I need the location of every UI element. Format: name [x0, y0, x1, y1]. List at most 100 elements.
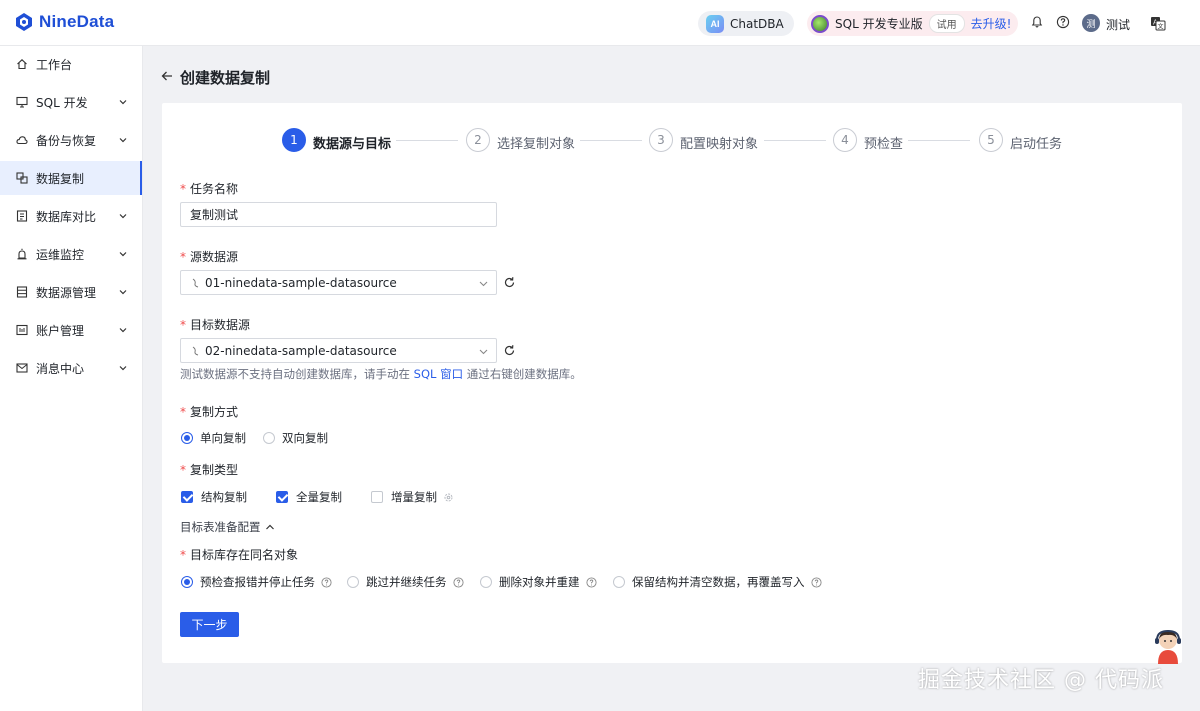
bell-icon[interactable]: [1030, 15, 1044, 29]
step-2-indicator: 2: [466, 128, 490, 152]
sidebar-item-db-compare[interactable]: 数据库对比: [0, 199, 142, 233]
task-name-input[interactable]: 复制测试: [180, 202, 497, 227]
task-name-label: * 任务名称: [180, 180, 238, 197]
radio-dot: [181, 576, 193, 588]
radio-precheck-stop[interactable]: 预检查报错并停止任务: [181, 574, 332, 590]
radio-dot: [181, 432, 193, 444]
target-datasource-select[interactable]: 02-ninedata-sample-datasource: [180, 338, 497, 363]
database-icon: [16, 286, 28, 298]
target-datasource-value: 02-ninedata-sample-datasource: [205, 343, 397, 358]
step-3-label: 配置映射对象: [680, 137, 759, 152]
step-1-indicator: 1: [282, 128, 306, 152]
chevron-down-icon: [119, 252, 127, 257]
radio-dot: [613, 576, 625, 588]
radio-skip-continue[interactable]: 跳过并继续任务: [347, 574, 464, 590]
sidebar-item-data-replication[interactable]: 数据复制: [0, 161, 142, 195]
ai-icon: AI: [706, 14, 724, 33]
sidebar-item-label: 工作台: [36, 57, 73, 72]
chevron-down-icon: [119, 138, 127, 143]
chevron-down-icon: [119, 290, 127, 295]
help-icon[interactable]: [810, 576, 822, 588]
sidebar-item-label: 数据复制: [36, 171, 85, 186]
upgrade-link[interactable]: 去升级!: [971, 15, 1012, 32]
back-arrow-icon[interactable]: [160, 69, 174, 83]
radio-dot: [263, 432, 275, 444]
radio-keep-structure-overwrite[interactable]: 保留结构并清空数据，再覆盖写入: [613, 574, 822, 590]
radio-label: 预检查报错并停止任务: [200, 575, 315, 589]
help-icon[interactable]: [321, 576, 332, 588]
chatdba-button[interactable]: AI ChatDBA: [698, 11, 794, 36]
help-icon[interactable]: [1056, 15, 1070, 29]
sidebar-item-datasource-mgmt[interactable]: 数据源管理: [0, 275, 142, 309]
checkbox-structure-copy[interactable]: 结构复制: [181, 489, 247, 505]
refresh-icon[interactable]: [503, 344, 516, 357]
radio-label: 跳过并继续任务: [366, 575, 447, 589]
step-connector: [764, 140, 826, 141]
top-header: NineData AI ChatDBA SQL 开发专业版 试用 去升级! 测 …: [0, 0, 1200, 46]
source-label: * 源数据源: [180, 248, 238, 265]
step-3-indicator: 3: [649, 128, 673, 152]
hint-text-before: 测试数据源不支持自动创建数据库，请手动在: [180, 367, 414, 381]
sidebar-item-account-mgmt[interactable]: 账户管理: [0, 313, 142, 347]
radio-dot: [347, 576, 359, 588]
checkbox-full-copy[interactable]: 全量复制: [276, 489, 342, 505]
required-mark: *: [180, 318, 186, 332]
sidebar-item-sql-dev[interactable]: SQL 开发: [0, 85, 142, 119]
checkbox-label: 全量复制: [296, 490, 342, 504]
sql-window-link[interactable]: SQL 窗口: [414, 367, 463, 381]
chevron-down-icon: [119, 366, 127, 371]
chevron-down-icon: [119, 214, 127, 219]
sql-pro-banner[interactable]: SQL 开发专业版 试用 去升级!: [807, 11, 1018, 36]
brand-name: NineData: [39, 12, 115, 31]
sidebar-item-label: SQL 开发: [36, 95, 88, 110]
required-mark: *: [180, 405, 186, 419]
step-1-label: 数据源与目标: [313, 137, 392, 152]
trial-tag: 试用: [928, 14, 965, 33]
help-icon[interactable]: [452, 576, 464, 588]
chevron-down-icon: [119, 328, 127, 333]
user-avatar[interactable]: 测: [1082, 14, 1100, 32]
sidebar-item-label: 数据库对比: [36, 209, 97, 224]
brand-logo[interactable]: NineData: [14, 12, 114, 32]
target-label: * 目标数据源: [180, 316, 250, 333]
settings-gear-icon[interactable]: [443, 492, 454, 503]
sidebar-item-backup[interactable]: 备份与恢复: [0, 123, 142, 157]
step-4-label: 预检查: [864, 137, 904, 152]
compare-icon: [16, 210, 28, 222]
sidebar-item-label: 运维监控: [36, 247, 85, 262]
checkbox-incremental-copy[interactable]: 增量复制: [371, 489, 454, 505]
target-prep-toggle[interactable]: 目标表准备配置: [180, 519, 275, 535]
sidebar-item-workbench[interactable]: 工作台: [0, 47, 142, 81]
target-prep-label: 目标表准备配置: [180, 520, 261, 534]
refresh-icon[interactable]: [503, 276, 516, 289]
language-icon[interactable]: A 文: [1150, 15, 1166, 31]
sidebar-item-ops-monitor[interactable]: 运维监控: [0, 237, 142, 271]
required-mark: *: [180, 250, 186, 264]
monitor-icon: [16, 96, 28, 108]
step-connector: [396, 140, 458, 141]
chatdba-label: ChatDBA: [730, 16, 784, 31]
source-datasource-select[interactable]: 01-ninedata-sample-datasource: [180, 270, 497, 295]
radio-two-way-copy[interactable]: 双向复制: [263, 430, 328, 446]
required-mark: *: [180, 548, 186, 562]
sql-pro-label: SQL 开发专业版: [835, 17, 923, 31]
step-connector: [580, 140, 642, 141]
radio-drop-rebuild[interactable]: 删除对象并重建: [480, 574, 597, 590]
hint-text-after: 通过右键创建数据库。: [463, 367, 582, 381]
copy-icon: [16, 172, 28, 184]
step-5-label: 启动任务: [1010, 137, 1063, 152]
checkbox-box: [371, 491, 383, 503]
step-2-label: 选择复制对象: [497, 137, 576, 152]
source-label-text: 源数据源: [190, 250, 239, 264]
sidebar-item-message-center[interactable]: 消息中心: [0, 351, 142, 385]
same-name-label: * 目标库存在同名对象: [180, 546, 298, 563]
radio-one-way-copy[interactable]: 单向复制: [181, 430, 246, 446]
home-icon: [17, 59, 27, 70]
required-mark: *: [180, 182, 186, 196]
copy-type-label-text: 复制类型: [190, 463, 239, 477]
user-name[interactable]: 测试: [1106, 16, 1130, 33]
account-icon: [16, 324, 28, 336]
help-icon[interactable]: [585, 576, 597, 588]
assistant-avatar-icon[interactable]: [1152, 628, 1184, 664]
next-step-button[interactable]: 下一步: [180, 612, 239, 637]
